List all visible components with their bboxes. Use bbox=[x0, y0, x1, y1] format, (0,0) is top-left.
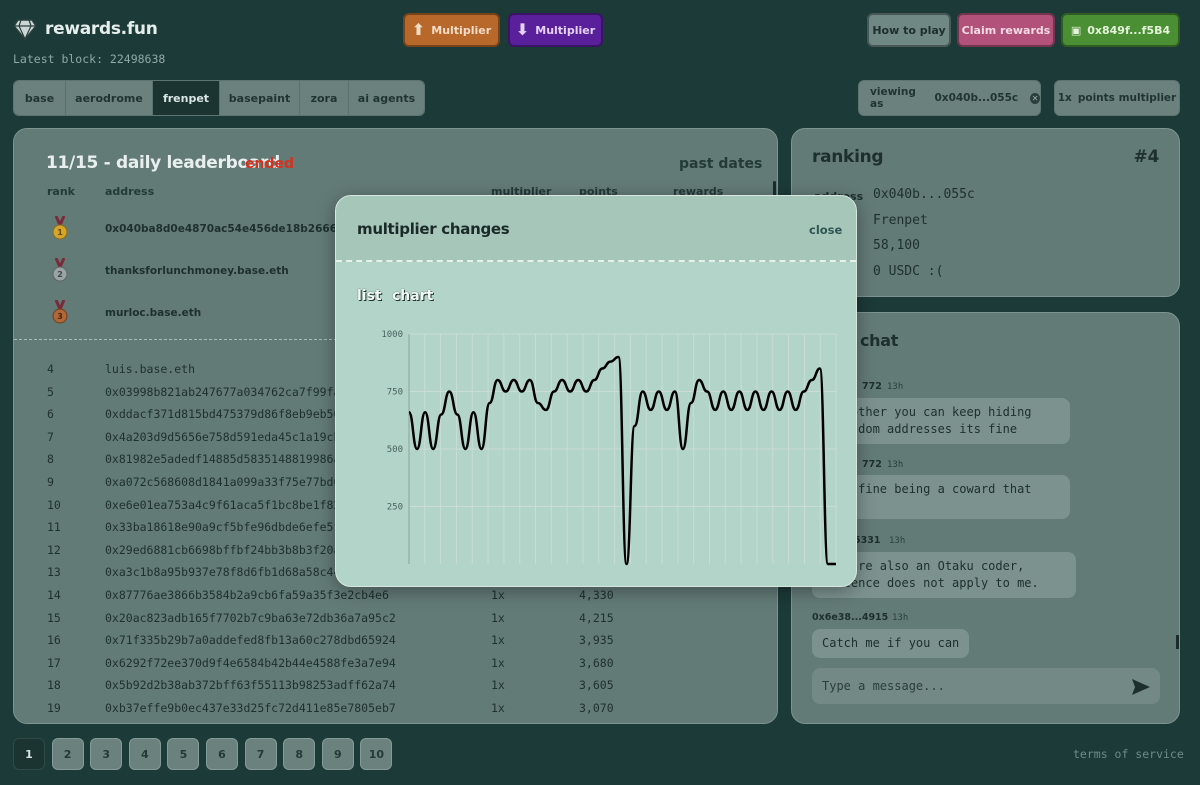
chart-y-tick-label: 250 bbox=[387, 503, 403, 513]
chart-series-line bbox=[407, 355, 836, 566]
multiplier-chart: 1000 750 500 250 bbox=[381, 330, 837, 566]
chart-y-tick-label: 750 bbox=[387, 388, 403, 398]
tab-chart[interactable]: chart bbox=[392, 288, 433, 304]
tab-list[interactable]: list bbox=[357, 288, 382, 304]
chart-y-tick-label: 1000 bbox=[381, 330, 403, 340]
chart-y-tick-label: 500 bbox=[387, 445, 403, 455]
multiplier-changes-modal: multiplier changes close list chart 1000… bbox=[335, 195, 857, 587]
modal-title: multiplier changes bbox=[357, 220, 510, 238]
modal-close-button[interactable]: close bbox=[809, 223, 842, 237]
modal-header: multiplier changes close bbox=[336, 196, 856, 262]
